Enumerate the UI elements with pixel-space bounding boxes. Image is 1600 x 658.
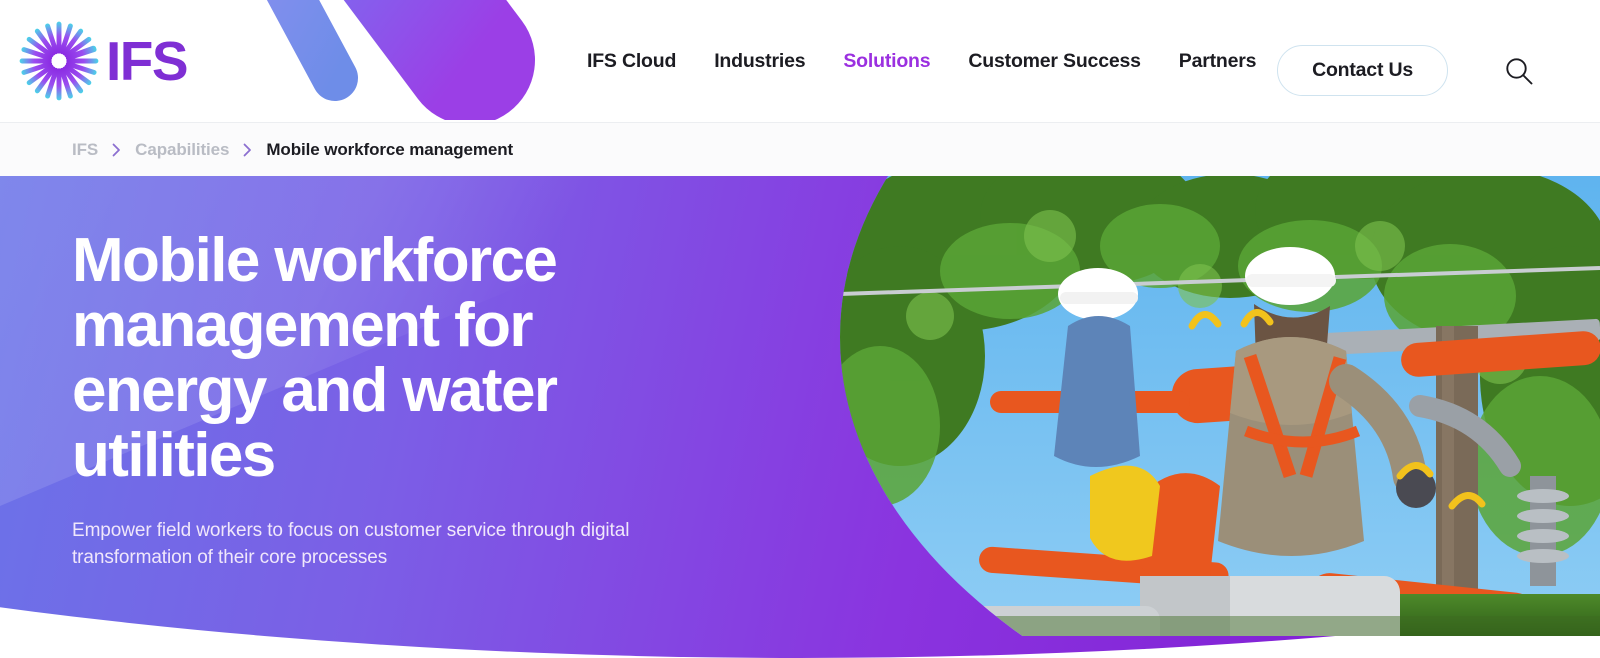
nav-item-industries[interactable]: Industries xyxy=(695,50,824,73)
brand-swoosh-decoration-icon xyxy=(266,0,535,120)
logo-wordmark: IFS xyxy=(106,29,189,92)
hero-photo xyxy=(840,176,1600,636)
logo[interactable]: IFS xyxy=(18,20,189,102)
page-root: IFS IFS Cloud Industries Solutions Custo… xyxy=(0,0,1600,658)
hero-section: Mobile workforce management for energy a… xyxy=(0,176,1600,658)
breadcrumb-item-capabilities[interactable]: Capabilities xyxy=(135,140,229,160)
site-header: IFS IFS Cloud Industries Solutions Custo… xyxy=(0,0,1600,122)
nav-item-customer-success[interactable]: Customer Success xyxy=(949,50,1159,73)
nav-item-solutions[interactable]: Solutions xyxy=(824,50,949,73)
breadcrumb-item-ifs[interactable]: IFS xyxy=(72,140,98,160)
chevron-right-icon xyxy=(243,143,252,157)
nav-item-ifs-cloud[interactable]: IFS Cloud xyxy=(568,50,695,73)
breadcrumb: IFS Capabilities Mobile workforce manage… xyxy=(0,122,1600,176)
search-button[interactable] xyxy=(1496,48,1542,94)
chevron-right-icon xyxy=(112,143,121,157)
hero-subtitle: Empower field workers to focus on custom… xyxy=(72,520,630,569)
search-icon xyxy=(1506,58,1533,85)
contact-us-button[interactable]: Contact Us xyxy=(1277,45,1448,96)
hero-copy: Mobile workforce management for energy a… xyxy=(72,228,692,572)
breadcrumb-item-current: Mobile workforce management xyxy=(266,139,514,159)
hero-title: Mobile workforce management for energy a… xyxy=(72,226,558,491)
main-navigation: IFS Cloud Industries Solutions Customer … xyxy=(568,0,1369,122)
utility-linemen-photo-illustration xyxy=(840,176,1600,636)
ifs-radial-burst-logo-icon xyxy=(19,21,99,101)
nav-item-partners[interactable]: Partners xyxy=(1160,50,1276,73)
